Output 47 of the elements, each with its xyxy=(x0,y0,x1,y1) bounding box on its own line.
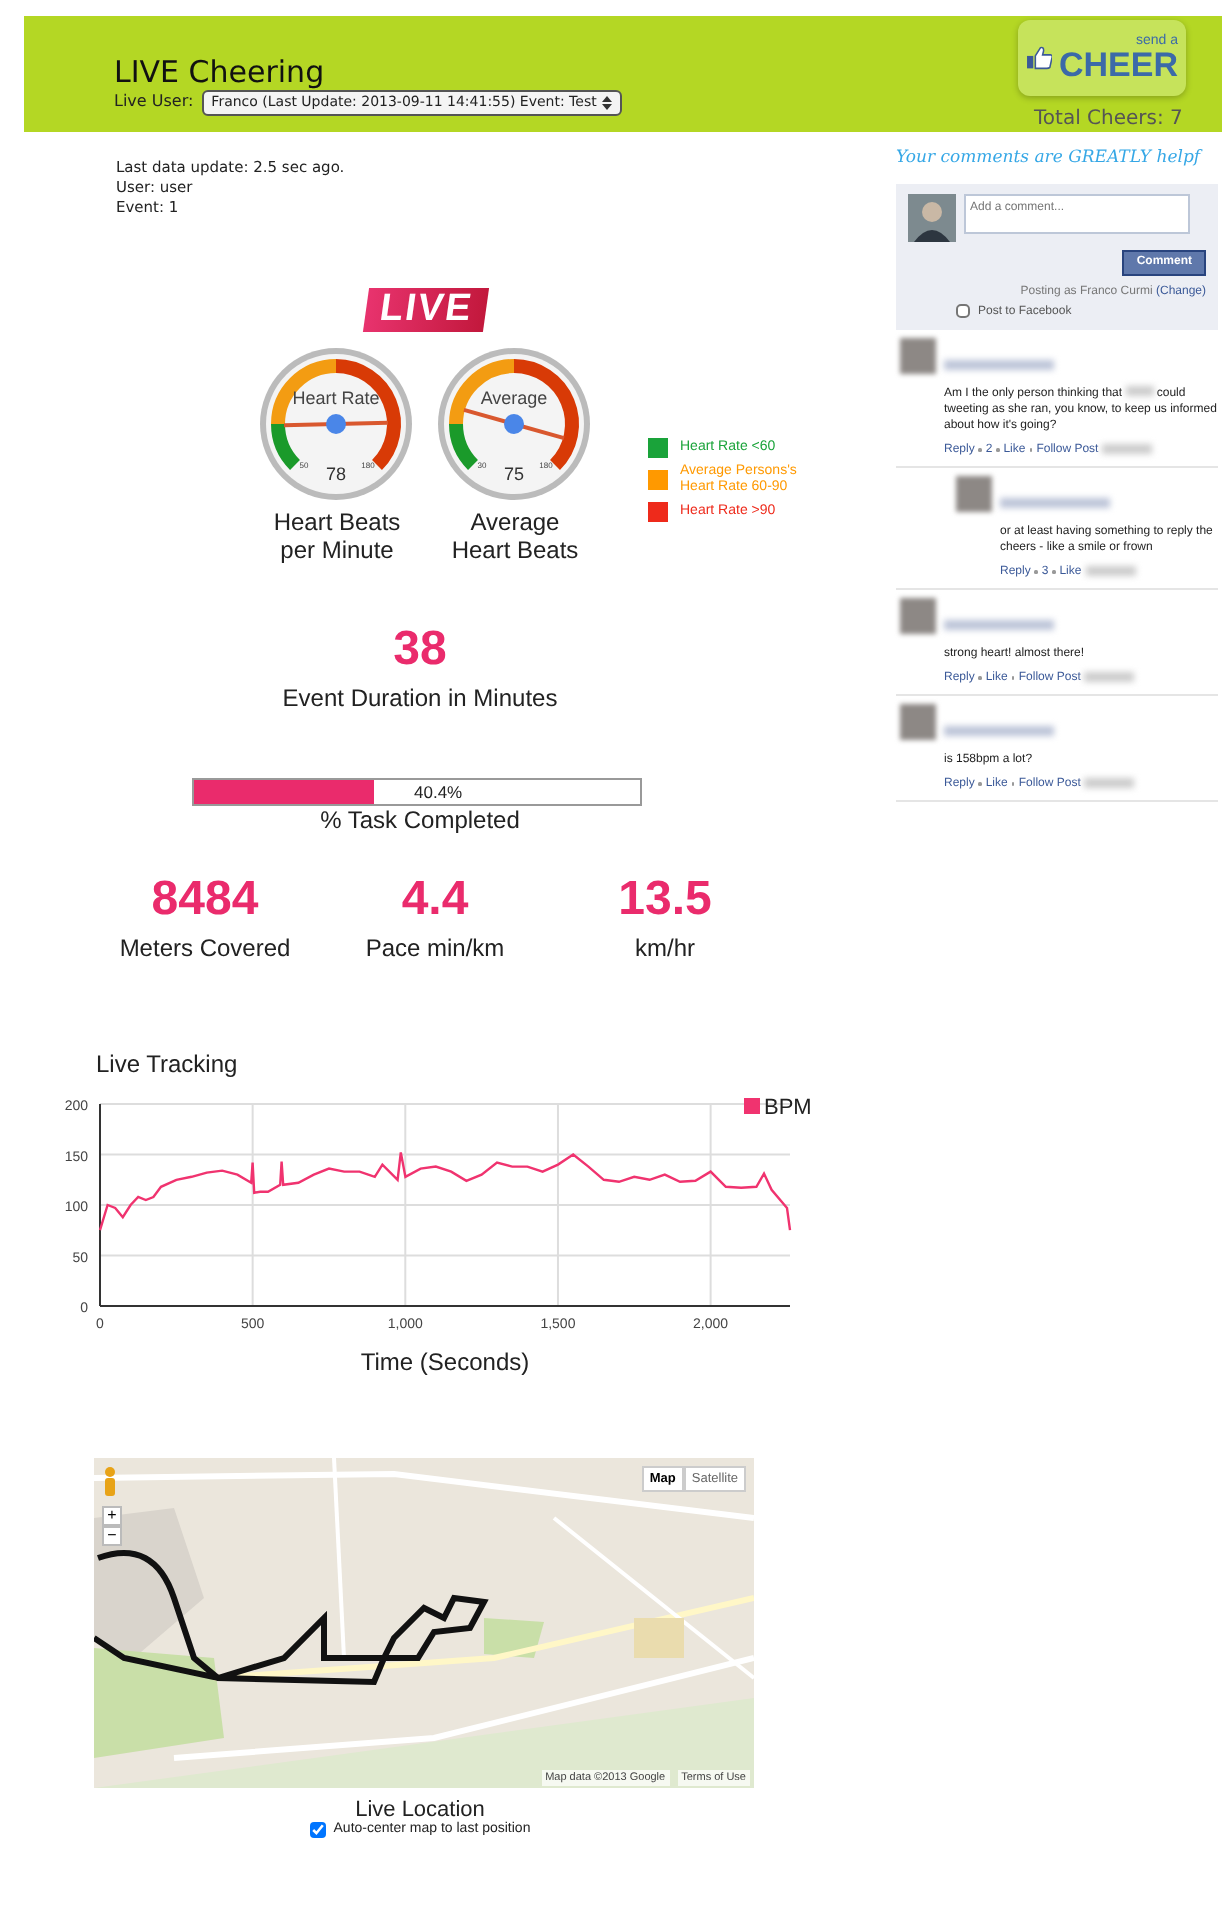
gauge-needle xyxy=(282,414,388,434)
avatar xyxy=(900,337,936,374)
blurred-text xyxy=(944,619,1054,630)
live-badge: LIVE xyxy=(362,288,490,332)
blurred-text xyxy=(1085,566,1136,577)
blurred-text xyxy=(1084,672,1135,683)
duration-value: 38 xyxy=(391,624,449,676)
avatar xyxy=(956,475,992,512)
stat-label: km/hr xyxy=(633,934,697,962)
gauge-caption: Heart Beats per Minute xyxy=(271,508,403,564)
field-label: Live User: xyxy=(114,90,194,115)
avatar xyxy=(900,597,936,634)
gauge-value: 75 xyxy=(503,464,523,484)
blurred-text xyxy=(1102,444,1153,455)
chart-title: Live Tracking xyxy=(96,1050,238,1078)
autocenter-checkbox[interactable] xyxy=(309,1822,326,1838)
map-caption: Live Location xyxy=(355,1798,485,1822)
blurred-text xyxy=(944,359,1054,370)
page-title: LIVE Cheering xyxy=(114,54,327,90)
pegman-icon[interactable] xyxy=(102,1466,118,1498)
legend-swatch xyxy=(744,1098,760,1114)
tagline: Your comments are GREATLY helpf xyxy=(896,146,1205,172)
zoom-in-button[interactable]: + xyxy=(102,1506,122,1526)
zoom-out-button[interactable]: − xyxy=(102,1526,122,1546)
blurred-text xyxy=(1000,497,1110,508)
post-to-facebook-checkbox[interactable] xyxy=(956,304,970,319)
dropdown-arrows-icon xyxy=(601,95,612,110)
blurred-text xyxy=(944,725,1054,736)
axis-title: Time (Seconds) xyxy=(360,1348,530,1376)
progress-label: % Task Completed xyxy=(320,806,520,834)
stat-label: Meters Covered xyxy=(117,934,293,962)
progress-reading: 40.4% xyxy=(414,780,463,804)
stat-value: 8484 xyxy=(149,874,261,926)
stat-value: 13.5 xyxy=(616,874,714,926)
legend-label: BPM xyxy=(764,1096,812,1120)
gauge-label: Heart Rate xyxy=(291,388,379,408)
duration-label: Event Duration in Minutes xyxy=(280,684,560,712)
gauge-needle xyxy=(462,407,564,441)
stat-label: Pace min/km xyxy=(363,934,507,962)
gauge-value: 78 xyxy=(325,464,345,484)
gauge-caption: Average Heart Beats xyxy=(449,508,581,564)
avatar xyxy=(900,703,936,740)
blurred-text xyxy=(1084,778,1135,789)
gauge-label: Average xyxy=(479,388,547,408)
total-cheers-count: Total Cheers: 7 xyxy=(1034,106,1185,134)
avatar xyxy=(908,193,956,242)
stat-value: 4.4 xyxy=(399,874,471,926)
